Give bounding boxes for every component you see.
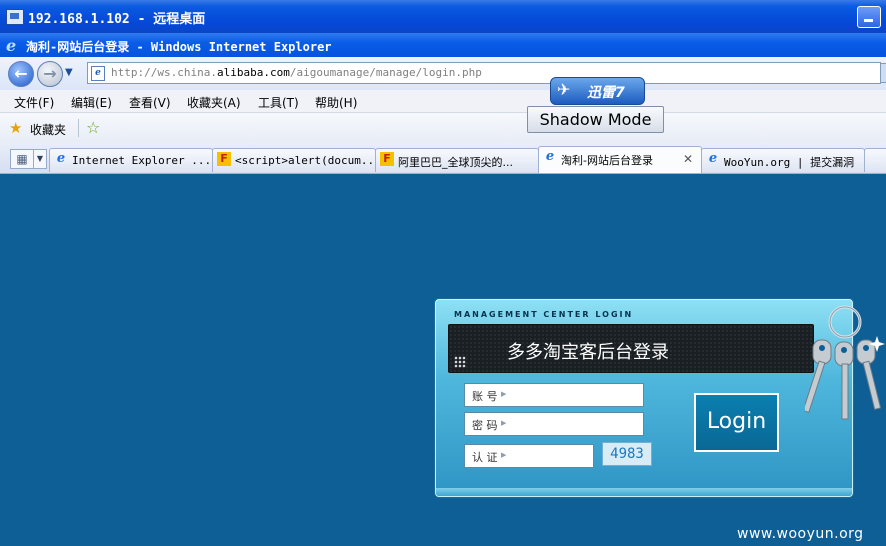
tab-label: Internet Explorer ... bbox=[72, 154, 212, 167]
panel-header: MANAGEMENT CENTER LOGIN bbox=[454, 310, 634, 319]
firefox-page-icon: F bbox=[217, 152, 231, 166]
ie-icon: e bbox=[708, 151, 718, 166]
tab-label: 淘利-网站后台登录 bbox=[561, 154, 653, 167]
quick-tabs-icon[interactable]: ▦ bbox=[10, 149, 34, 169]
favorites-button[interactable]: 收藏夹 bbox=[30, 121, 66, 138]
page-icon: e bbox=[91, 66, 105, 81]
dots-icon bbox=[454, 356, 466, 368]
menu-bar: 文件(F) 编辑(E) 查看(V) 收藏夹(A) 工具(T) 帮助(H) bbox=[0, 90, 886, 113]
url-prefix: http://ws.china. bbox=[111, 66, 217, 79]
captcha-image[interactable]: 4983 bbox=[602, 442, 652, 466]
xunlei-badge[interactable]: ✈ 迅雷7 bbox=[550, 77, 645, 105]
verification-code-input[interactable]: 认 证 ▶ bbox=[464, 444, 594, 468]
login-banner: 多多淘宝客后台登录 bbox=[448, 324, 814, 373]
shadow-mode-button[interactable]: Shadow Mode bbox=[527, 106, 664, 133]
arrow-icon: ▶ bbox=[501, 390, 507, 398]
tab-internet-explorer[interactable]: e Internet Explorer ... bbox=[49, 148, 213, 172]
remote-desktop-title: 192.168.1.102 - 远程桌面 bbox=[28, 12, 206, 27]
remote-desktop-titlebar: 192.168.1.102 - 远程桌面 bbox=[0, 0, 886, 33]
tab-wooyun[interactable]: e WooYun.org | 提交漏洞 bbox=[701, 148, 865, 172]
account-label: 账 号 bbox=[472, 390, 498, 403]
menu-help[interactable]: 帮助(H) bbox=[315, 94, 357, 111]
arrow-icon: ▶ bbox=[501, 419, 507, 427]
address-bar[interactable]: e http://ws.china.alibaba.com/aigoumanag… bbox=[87, 62, 881, 84]
tab-bar: ▦ ▼ e Internet Explorer ... F <script>al… bbox=[0, 143, 886, 174]
favorites-bar: ★ 收藏夹 ☆ bbox=[0, 113, 886, 143]
ie-icon: e bbox=[56, 151, 66, 166]
tab-list-dropdown-icon[interactable]: ▼ bbox=[33, 149, 47, 169]
xunlei-label: 迅雷7 bbox=[587, 85, 625, 101]
address-go-button[interactable] bbox=[880, 63, 886, 83]
code-label: 认 证 bbox=[472, 451, 498, 464]
keys-icon bbox=[805, 305, 885, 420]
url-path: /aigoumanage/manage/login.php bbox=[289, 66, 482, 79]
password-input[interactable]: 密 码 ▶ bbox=[464, 412, 644, 436]
url-domain: alibaba.com bbox=[216, 66, 290, 79]
remote-desktop-icon bbox=[6, 9, 24, 25]
browser-titlebar: e 淘利-网站后台登录 - Windows Internet Explorer bbox=[0, 33, 886, 57]
login-button[interactable]: Login bbox=[694, 393, 779, 452]
tab-label: <script>alert(docum... bbox=[235, 154, 376, 167]
forward-button[interactable]: → bbox=[37, 61, 63, 87]
menu-file[interactable]: 文件(F) bbox=[14, 94, 54, 111]
new-tab-button[interactable] bbox=[864, 148, 886, 172]
password-label: 密 码 bbox=[472, 419, 498, 432]
login-panel: MANAGEMENT CENTER LOGIN 多多淘宝客后台登录 账 号 ▶ … bbox=[435, 299, 853, 497]
url-text[interactable]: http://ws.china.alibaba.com/aigoumanage/… bbox=[111, 66, 482, 79]
panel-footer bbox=[436, 488, 852, 496]
tab-label: WooYun.org | 提交漏洞 bbox=[724, 156, 855, 169]
ie-icon: e bbox=[545, 149, 555, 164]
login-title: 多多淘宝客后台登录 bbox=[507, 342, 669, 363]
back-arrow-icon: ← bbox=[14, 64, 28, 83]
menu-view[interactable]: 查看(V) bbox=[129, 94, 171, 111]
history-dropdown-icon[interactable]: ▼ bbox=[65, 67, 73, 78]
arrow-icon: ▶ bbox=[501, 451, 507, 459]
minimize-button[interactable] bbox=[857, 6, 881, 28]
tab-label: 阿里巴巴_全球顶尖的... bbox=[398, 156, 513, 169]
account-input[interactable]: 账 号 ▶ bbox=[464, 383, 644, 407]
add-favorite-icon[interactable]: ☆ bbox=[86, 118, 100, 137]
navigation-bar: ← → ▼ e http://ws.china.alibaba.com/aigo… bbox=[0, 57, 886, 90]
tab-alibaba[interactable]: F 阿里巴巴_全球顶尖的... bbox=[375, 148, 539, 172]
menu-tools[interactable]: 工具(T) bbox=[258, 94, 299, 111]
browser-title: 淘利-网站后台登录 - Windows Internet Explorer bbox=[26, 40, 332, 54]
ie-icon: e bbox=[6, 36, 17, 55]
close-tab-icon[interactable]: ✕ bbox=[683, 152, 693, 166]
tab-taoli-login[interactable]: e 淘利-网站后台登录 ✕ bbox=[538, 146, 702, 173]
forward-arrow-icon: → bbox=[43, 64, 57, 83]
watermark: www.wooyun.org bbox=[737, 526, 864, 542]
menu-favorites[interactable]: 收藏夹(A) bbox=[187, 94, 241, 111]
menu-edit[interactable]: 编辑(E) bbox=[71, 94, 112, 111]
tab-script-alert[interactable]: F <script>alert(docum... bbox=[212, 148, 376, 172]
xunlei-bird-icon: ✈ bbox=[557, 80, 571, 99]
favorites-star-icon[interactable]: ★ bbox=[9, 119, 22, 137]
back-button[interactable]: ← bbox=[8, 61, 34, 87]
firefox-page-icon: F bbox=[380, 152, 394, 166]
divider bbox=[78, 119, 79, 137]
